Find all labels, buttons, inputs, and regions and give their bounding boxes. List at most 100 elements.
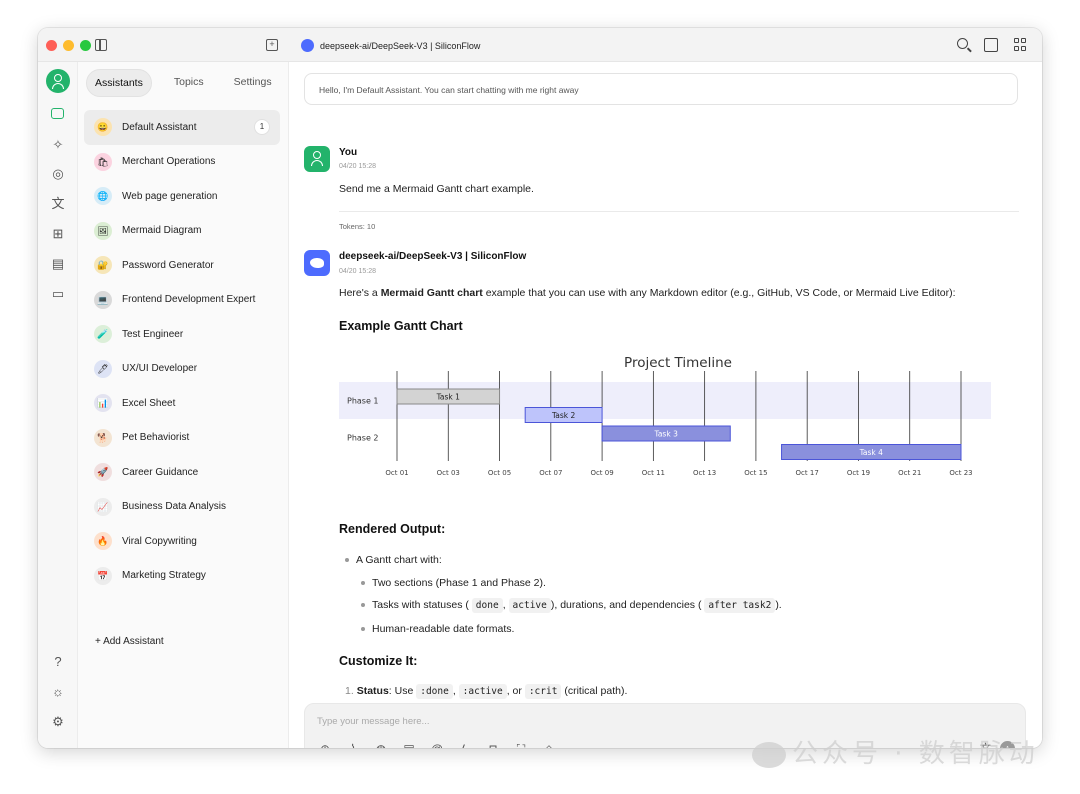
toggle-sidebar-icon[interactable] (95, 39, 107, 51)
section-label: Phase 2 (347, 434, 379, 443)
assistant-name: Excel Sheet (122, 397, 176, 409)
tab-assistants[interactable]: Assistants (86, 69, 152, 97)
watermark-text: 公众号 · 数智脉动 (792, 739, 1039, 769)
assistant-prompt-box[interactable]: Hello, I'm Default Assistant. You can st… (304, 73, 1018, 105)
apps-icon[interactable]: ⊞ (50, 226, 66, 242)
add-assistant-button[interactable]: + Add Assistant (95, 636, 164, 647)
minimize-window-button[interactable] (63, 40, 74, 51)
assistant-item[interactable]: 💻 Frontend Development Expert (84, 283, 280, 318)
user-message-text: Send me a Mermaid Gantt chart example. (339, 183, 534, 195)
sparkle-icon[interactable]: ✧ (50, 137, 66, 153)
heading-example: Example Gantt Chart (339, 319, 463, 333)
task-label: Task 3 (654, 430, 679, 439)
assistant-item[interactable]: 🛍 Merchant Operations (84, 145, 280, 180)
assistant-name: Career Guidance (122, 466, 199, 478)
assistant-item[interactable]: 🚀 Career Guidance (84, 455, 280, 490)
attachment-icon[interactable]: ⌇ (345, 741, 361, 748)
topic-count-badge: 1 (254, 119, 270, 135)
app-window: + deepseek-ai/DeepSeek-V3 | SiliconFlow … (38, 28, 1042, 748)
eraser-icon[interactable]: ◇ (541, 741, 557, 748)
new-topic-tool-icon[interactable]: ⊕ (317, 741, 333, 748)
x-tick-label: Oct 11 (642, 469, 665, 477)
assistant-avatar-icon: 💻 (94, 290, 112, 309)
message-input[interactable]: Type your message here... (317, 716, 429, 727)
bullet-sub1: Two sections (Phase 1 and Phase 2). (372, 577, 546, 589)
code-active: active (508, 598, 551, 613)
document-icon[interactable]: ▤ (50, 256, 66, 272)
palette-icon[interactable]: ◎ (50, 166, 66, 182)
assistant-name: Mermaid Diagram (122, 225, 202, 237)
assistant-item[interactable]: 📅 Marketing Strategy (84, 559, 280, 594)
grid-icon[interactable] (1014, 38, 1028, 52)
assistant-item[interactable]: 🔥 Viral Copywriting (84, 524, 280, 559)
code-crit-flag: :crit (524, 684, 562, 699)
gantt-svg: Project Timeline Phase 1 Phase 2 Oct 01 Oct … (339, 355, 991, 477)
gantt-chart: Project Timeline Phase 1 Phase 2 Oct 01 Oct … (339, 349, 991, 481)
close-window-button[interactable] (46, 40, 57, 51)
assistant-item[interactable]: 📊 Excel Sheet (84, 386, 280, 421)
search-icon[interactable] (957, 38, 968, 49)
assistant-message-name: deepseek-ai/DeepSeek-V3 | SiliconFlow (339, 251, 527, 262)
intro-bold: Mermaid Gantt chart (380, 287, 483, 299)
assistant-item[interactable]: 😀 Default Assistant 1 (84, 110, 280, 145)
assistant-name: Default Assistant (122, 121, 197, 133)
expand-icon[interactable] (984, 38, 998, 52)
assistant-name: Merchant Operations (122, 156, 216, 168)
translate-icon[interactable]: 文 (50, 196, 66, 212)
folder-icon[interactable]: ▭ (50, 286, 66, 302)
bullet-sub3: Human-readable date formats. (372, 623, 515, 635)
theme-icon[interactable]: ☼ (50, 684, 66, 700)
assistant-item[interactable]: 🧪 Test Engineer (84, 317, 280, 352)
chat-icon[interactable] (51, 108, 64, 119)
assistant-list: 😀 Default Assistant 1 🛍 Merchant Operations 🌐… (84, 110, 280, 593)
x-tick-label: Oct 03 (437, 469, 460, 477)
help-icon[interactable]: ? (50, 654, 66, 670)
pin-icon[interactable]: ⊓ (485, 741, 501, 748)
assistant-item[interactable]: 🐕 Pet Behaviorist (84, 421, 280, 456)
user-message-avatar (304, 146, 330, 172)
intro-text-b: example that you can use with any Markdo… (482, 287, 956, 299)
assistant-name: UX/UI Developer (122, 363, 198, 375)
assistant-avatar-icon: 🔐 (94, 256, 112, 275)
title-bar: + deepseek-ai/DeepSeek-V3 | SiliconFlow (38, 28, 1042, 62)
sidebar-tabs: Assistants Topics Settings (86, 69, 280, 97)
assistant-item[interactable]: 📈 Business Data Analysis (84, 490, 280, 525)
x-tick-label: Oct 07 (539, 469, 562, 477)
chat-area: Hello, I'm Default Assistant. You can st… (289, 62, 1042, 748)
web-search-icon[interactable]: ◍ (373, 741, 389, 748)
assistant-name: Viral Copywriting (122, 535, 197, 547)
watermark: 公众号 · 数智脉动 (752, 733, 1039, 770)
user-message-name: You (339, 147, 358, 158)
x-tick-label: Oct 05 (488, 469, 511, 477)
chat-title: deepseek-ai/DeepSeek-V3 | SiliconFlow (301, 39, 480, 52)
assistants-sidebar: Assistants Topics Settings 😀 Default Assi… (78, 62, 289, 748)
new-topic-icon[interactable]: + (266, 39, 278, 51)
tab-settings[interactable]: Settings (226, 69, 280, 97)
assistant-avatar-icon: 📊 (94, 394, 112, 413)
assistant-item[interactable]: 🌐 Web page generation (84, 179, 280, 214)
assistant-name: Password Generator (122, 259, 214, 271)
code-done: done (471, 598, 503, 613)
assistant-name: Test Engineer (122, 328, 184, 340)
zoom-window-button[interactable] (80, 40, 91, 51)
assistant-item[interactable]: 🔐 Password Generator (84, 248, 280, 283)
mention-icon[interactable]: @ (429, 741, 445, 748)
fullscreen-icon[interactable]: ⛶ (513, 741, 529, 748)
x-tick-label: Oct 19 (847, 469, 870, 477)
assistant-avatar-icon: 🖊 (94, 359, 112, 378)
assistant-name: Frontend Development Expert (122, 294, 256, 306)
user-avatar[interactable] (46, 69, 70, 93)
title-bar-actions (957, 38, 1028, 52)
settings-gear-icon[interactable]: ⚙ (50, 714, 66, 730)
assistant-item[interactable]: 🖊 UX/UI Developer (84, 352, 280, 387)
assistant-item[interactable]: 🖼 Mermaid Diagram (84, 214, 280, 249)
tab-topics[interactable]: Topics (166, 69, 212, 97)
heading-customize: Customize It: (339, 654, 418, 668)
x-tick-label: Oct 09 (590, 469, 613, 477)
assistant-avatar-icon: 🖼 (94, 221, 112, 240)
input-toolbar: ⊕ ⌇ ◍ ▤ @ ϟ ⊓ ⛶ ◇ (317, 741, 557, 748)
knowledge-base-icon[interactable]: ▤ (401, 741, 417, 748)
assistant-avatar-icon: 🚀 (94, 463, 112, 482)
quick-phrase-icon[interactable]: ϟ (457, 741, 473, 748)
assistant-message-avatar (304, 250, 330, 276)
